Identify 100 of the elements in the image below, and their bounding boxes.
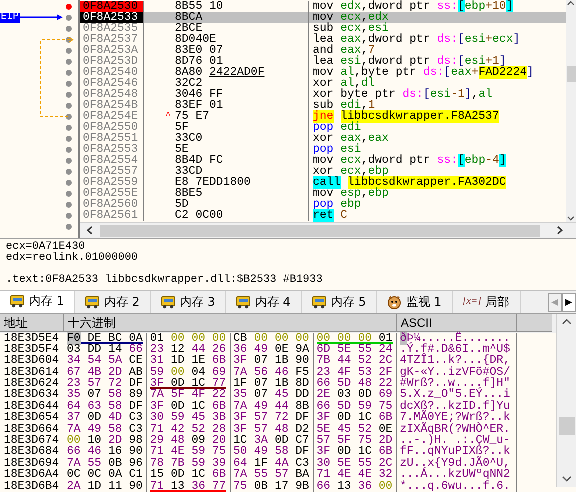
address-cell: 0F8A2535: [80, 23, 144, 34]
address-cell: 0F8A253A: [80, 45, 144, 56]
address-cell: 0F8A253D: [80, 56, 144, 67]
bytes-cell: 5E: [175, 144, 309, 155]
instruction-row[interactable]: 83EF 01 sub edi,1: [144, 100, 566, 111]
hex-bytes: 66 5D 48 22: [316, 378, 393, 390]
address-cell-text: 18E3D6A4: [3, 469, 60, 481]
ascii-text: dcXß?..kzID.f]Yu: [397, 400, 517, 412]
ascii-text: ...Á...kzUWºqNN2: [397, 469, 517, 481]
vertical-scrollbar[interactable]: [566, 0, 576, 222]
truck-icon: [312, 294, 327, 309]
bytes-cell: 8D76 01: [175, 56, 309, 67]
ascii-text: ðÞ¼.....Ë.......: [397, 332, 517, 344]
tab-scroll-right-button[interactable]: ▶: [562, 292, 576, 312]
instruction-row[interactable]: 8B4D FC mov ecx,dword ptr ss:[ebp-4]: [144, 155, 566, 166]
address-cell-text: 18E3D674: [3, 435, 60, 446]
hex-bytes: 71 42 52 28: [150, 424, 226, 435]
instruction-row[interactable]: 5D pop ebp: [144, 199, 566, 210]
hex-bytes: 7A 5F 4F 22: [150, 389, 226, 400]
scroll-down-icon: [562, 476, 572, 483]
dog-face-icon: [387, 294, 402, 309]
instruction-text: jne libbcsdkwrapper.F8A2537: [312, 111, 500, 122]
bytes-cell: 83E0 07: [175, 45, 309, 56]
hex-bytes: 3F 07 1B 90: [234, 355, 310, 366]
register-line: ecx=0A71E430: [6, 242, 86, 253]
hex-bytes: 30 5E 55 2C: [316, 458, 393, 469]
instruction-row[interactable]: 5E pop esi: [144, 144, 566, 155]
instruction-row[interactable]: 8A80 2422AD0F mov al,byte ptr ds:[eax+FAD2224]: [144, 67, 566, 78]
selected-row[interactable]: 8BCA mov ecx,edx: [144, 12, 566, 23]
instruction-row[interactable]: 8BE5 mov esp,ebp: [144, 188, 566, 199]
hex-bytes: 7A 55 0B 96: [67, 458, 143, 469]
instruction-row[interactable]: 33C0 xor eax,eax: [144, 133, 566, 144]
instruction-row[interactable]: 83E0 07 and eax,7: [144, 45, 566, 56]
horizontal-scrollbar[interactable]: [80, 222, 576, 238]
instruction-row[interactable]: 3046 FF xor byte ptr ds:[esi-1],al: [144, 89, 566, 100]
bytes-cell: 83EF 01: [175, 100, 309, 111]
instruction-row[interactable]: E8 7EDD1800 call libbcsdkwrapper.FA302DC: [144, 177, 566, 188]
hex-bytes: 7B 44 52 2C: [316, 355, 393, 366]
address-cell-text: 18E3D664: [3, 424, 60, 436]
bytes-cell: 2BCE: [175, 23, 309, 34]
instruction-row[interactable]: 33CD xor ecx,ebp: [144, 166, 566, 177]
address-cell-text: 18E3D5F4: [3, 344, 60, 356]
bytes-cell: 8A80 2422AD0F: [175, 67, 309, 78]
hex-bytes: 35 07 58 89: [67, 389, 143, 400]
hex-bytes: 5E 45 52 0E: [316, 424, 393, 435]
hex-bytes: 03 DD 14 66: [67, 344, 143, 355]
address-cell: 0F8A2550: [80, 122, 144, 133]
scrollbar-thumb[interactable]: [100, 224, 540, 236]
column-header[interactable]: 十六进制: [64, 314, 397, 332]
vertical-scrollbar[interactable]: [556, 314, 576, 487]
ascii-text: 4TZÎ1..k?...{DR,: [397, 355, 517, 367]
location-line: .text:0F8A2533 libbcsdkwrapper.dll:$B2533 #B1933: [6, 275, 324, 286]
hex-bytes: 78 7B 59 39: [150, 458, 226, 469]
truck-icon: [85, 294, 100, 309]
bytes-cell: 32C2: [175, 78, 309, 89]
instruction-text: lea eax,dword ptr ds:[esi+ecx]: [312, 34, 520, 45]
address-cell: 0F8A2553: [80, 144, 144, 155]
hex-bytes: 50 49 58 DF: [234, 446, 310, 458]
address-cell: 0F8A2560: [80, 199, 144, 210]
hex-bytes: 1C 3A 0D C7: [234, 435, 310, 446]
instruction-row[interactable]: C2 0C00 ret C: [144, 210, 566, 221]
instruction-row[interactable]: ^ 75 E7 jne libbcsdkwrapper.F8A2537: [144, 111, 566, 122]
instruction-row[interactable]: 32C2 xor al,dl: [144, 78, 566, 89]
ascii-text: fF..qNYuPIXß?..k: [397, 446, 517, 458]
instruction-text: xor ecx,ebp: [312, 166, 389, 177]
hex-bytes: 3F 57 48 D2: [234, 424, 310, 435]
hex-bytes: 7A 49 58 C3: [67, 424, 143, 435]
hex-bytes: 00 00 00 01: [316, 332, 393, 344]
address-cell: 0F8A2540: [80, 67, 144, 78]
hex-bytes: 23 57 72 DF: [67, 378, 143, 390]
hex-bytes: 31 1D 1E 6B: [150, 355, 226, 366]
bytes-cell: 8D040E: [175, 34, 309, 45]
instruction-row[interactable]: 8D040E lea eax,dword ptr ds:[esi+ecx]: [144, 34, 566, 45]
address-cell: 0F8A2557: [80, 166, 144, 177]
hex-bytes: 3F 0D 1C 77: [150, 378, 226, 390]
hex-bytes: 71 13 36 77: [150, 480, 226, 492]
bytes-cell: E8 7EDD1800: [175, 177, 309, 188]
instruction-text: mov ecx,dword ptr ss:[ebp-4]: [312, 155, 506, 166]
instruction-row[interactable]: 2BCE sub ecx,esi: [144, 23, 566, 34]
hex-bytes: 71 4E 4E 32: [316, 469, 393, 480]
eip-label: EIP: [0, 12, 20, 22]
instruction-row[interactable]: 5F pop edi: [144, 122, 566, 133]
jump-mark: ^: [164, 111, 172, 122]
bytes-cell: 33CD: [175, 166, 309, 177]
instruction-text: xor eax,eax: [312, 133, 389, 144]
scroll-up-icon: [567, 0, 575, 6]
hex-bytes: 75 0B 17 9B: [234, 480, 310, 492]
hex-bytes: 34 54 5A CE: [67, 355, 143, 366]
hex-bytes: 01 00 00 00: [150, 332, 226, 344]
tab[interactable]: 内存 1: [0, 290, 76, 313]
hex-bytes: 35 07 45 DD: [234, 389, 310, 400]
hex-bytes: 3F 57 72 DF: [234, 412, 310, 424]
scrollbar-thumb[interactable]: [558, 416, 574, 435]
column-header[interactable]: 地址: [0, 314, 64, 332]
hex-bytes: 7A 55 57 BA: [234, 469, 310, 480]
hex-bytes: 66 5D 59 75: [316, 400, 393, 412]
column-header[interactable]: ASCII: [397, 314, 517, 332]
scrollbar-thumb[interactable]: [566, 66, 576, 82]
hex-bytes: 66 13 36 00: [316, 480, 393, 492]
hex-bytes: 6D 5E 55 24: [316, 344, 393, 355]
